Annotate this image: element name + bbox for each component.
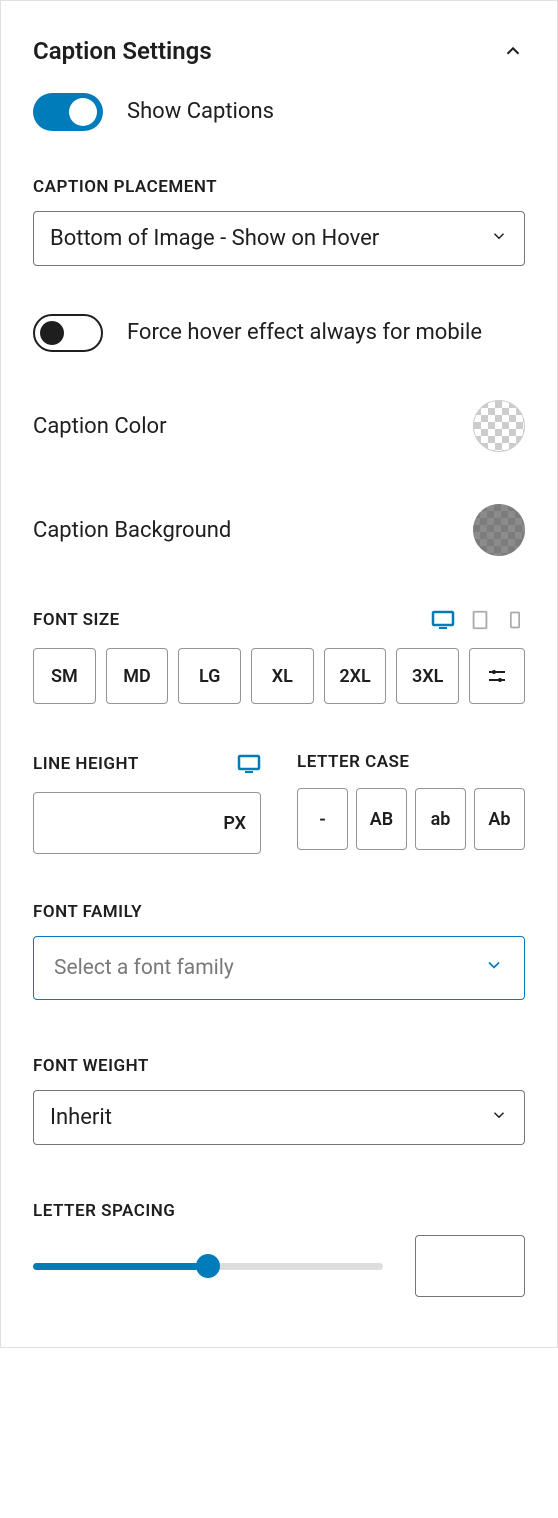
letter-case-head: Letter Case [297,752,525,772]
font-family-select[interactable]: Select a font family [33,936,525,1000]
caption-settings-panel: Caption Settings Show Captions Caption P… [0,0,558,1348]
chevron-down-icon [490,226,508,251]
caption-placement-label: Caption Placement [33,177,525,197]
swatch-overlay [473,504,525,556]
device-selector [431,608,525,632]
line-height-label: Line Height [33,754,139,774]
line-height-input[interactable]: PX [33,792,261,854]
slider-fill [33,1263,208,1270]
letter-spacing-slider[interactable] [33,1254,383,1278]
caption-color-swatch[interactable] [473,400,525,452]
force-hover-label: Force hover effect always for mobile [127,318,482,349]
line-height-col: Line Height PX [33,752,261,854]
caption-background-label: Caption Background [33,518,231,543]
font-size-3xl[interactable]: 3XL [396,648,459,704]
font-weight-value: Inherit [50,1105,112,1130]
chevron-down-icon [484,955,504,981]
font-family-label: Font Family [33,902,525,922]
force-hover-toggle[interactable] [33,314,103,352]
font-size-buttons: SM MD LG XL 2XL 3XL [33,648,525,704]
font-size-md[interactable]: MD [106,648,169,704]
letter-case-none[interactable]: - [297,788,348,850]
letter-spacing-input[interactable] [415,1235,525,1297]
font-size-lg[interactable]: LG [178,648,241,704]
letter-case-col: Letter Case - AB ab Ab [297,752,525,854]
font-weight-select[interactable]: Inherit [33,1090,525,1145]
show-captions-label: Show Captions [127,97,274,128]
letter-case-buttons: - AB ab Ab [297,788,525,850]
slider-thumb[interactable] [196,1254,220,1278]
font-size-2xl[interactable]: 2XL [324,648,387,704]
collapse-icon[interactable] [501,39,525,63]
caption-color-label: Caption Color [33,414,167,439]
toggle-knob [69,98,97,126]
desktop-icon[interactable] [431,608,455,632]
font-size-custom[interactable] [469,648,525,704]
font-size-label: Font Size [33,610,120,630]
mobile-icon[interactable] [505,609,525,631]
tablet-icon[interactable] [469,609,491,631]
force-hover-row: Force hover effect always for mobile [33,314,525,352]
letter-case-lower[interactable]: ab [415,788,466,850]
letter-case-label: Letter Case [297,752,410,772]
font-family-placeholder: Select a font family [54,956,234,980]
letter-case-cap[interactable]: Ab [474,788,525,850]
desktop-icon[interactable] [237,752,261,776]
toggle-knob [40,321,64,345]
font-size-xl[interactable]: XL [251,648,314,704]
letter-case-upper[interactable]: AB [356,788,407,850]
panel-header[interactable]: Caption Settings [33,1,525,93]
letter-spacing-label: Letter Spacing [33,1201,525,1221]
line-height-head: Line Height [33,752,261,776]
show-captions-toggle[interactable] [33,93,103,131]
font-size-sm[interactable]: SM [33,648,96,704]
caption-background-row: Caption Background [33,504,525,556]
letter-spacing-row [33,1235,525,1297]
show-captions-row: Show Captions [33,93,525,131]
line-lettercase-row: Line Height PX Letter Case - AB ab Ab [33,752,525,854]
caption-placement-value: Bottom of Image - Show on Hover [50,226,379,251]
font-weight-label: Font Weight [33,1056,525,1076]
chevron-down-icon [490,1105,508,1130]
font-size-head: Font Size [33,608,525,632]
panel-title: Caption Settings [33,37,212,65]
caption-background-swatch[interactable] [473,504,525,556]
caption-color-row: Caption Color [33,400,525,452]
caption-placement-select[interactable]: Bottom of Image - Show on Hover [33,211,525,266]
line-height-unit: PX [223,813,246,834]
